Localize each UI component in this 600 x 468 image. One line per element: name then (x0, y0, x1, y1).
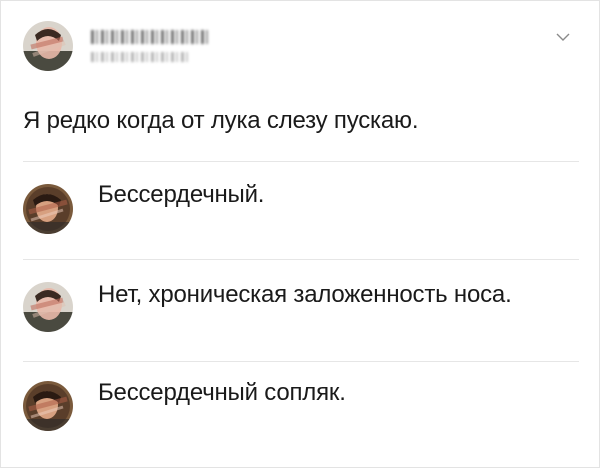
divider (23, 361, 579, 362)
commenter-avatar[interactable] (23, 184, 73, 234)
avatar-image (23, 381, 73, 431)
comment-item: Бессердечный. (23, 181, 579, 243)
comment-item: Бессердечный сопляк. (23, 379, 579, 443)
post-header (23, 19, 579, 79)
commenter-avatar[interactable] (23, 381, 73, 431)
post-card: Я редко когда от лука слезу пускаю. Бесс… (0, 0, 600, 468)
avatar-image (23, 282, 73, 332)
commenter-avatar[interactable] (23, 282, 73, 332)
comment-item: Нет, хроническая заложенность носа. (23, 279, 579, 345)
post-text: Я редко когда от лука слезу пускаю. (23, 107, 419, 134)
avatar-image (23, 184, 73, 234)
divider (23, 259, 579, 260)
divider (23, 161, 579, 162)
author-name-obscured[interactable] (91, 30, 211, 44)
chevron-down-icon[interactable] (555, 29, 571, 45)
comment-text: Бессердечный. (98, 181, 265, 208)
post-meta-obscured (91, 52, 191, 62)
author-avatar[interactable] (23, 21, 73, 71)
comment-text: Нет, хроническая заложенность носа. (98, 281, 512, 308)
comment-text: Бессердечный сопляк. (98, 379, 346, 406)
avatar-image (23, 21, 73, 71)
